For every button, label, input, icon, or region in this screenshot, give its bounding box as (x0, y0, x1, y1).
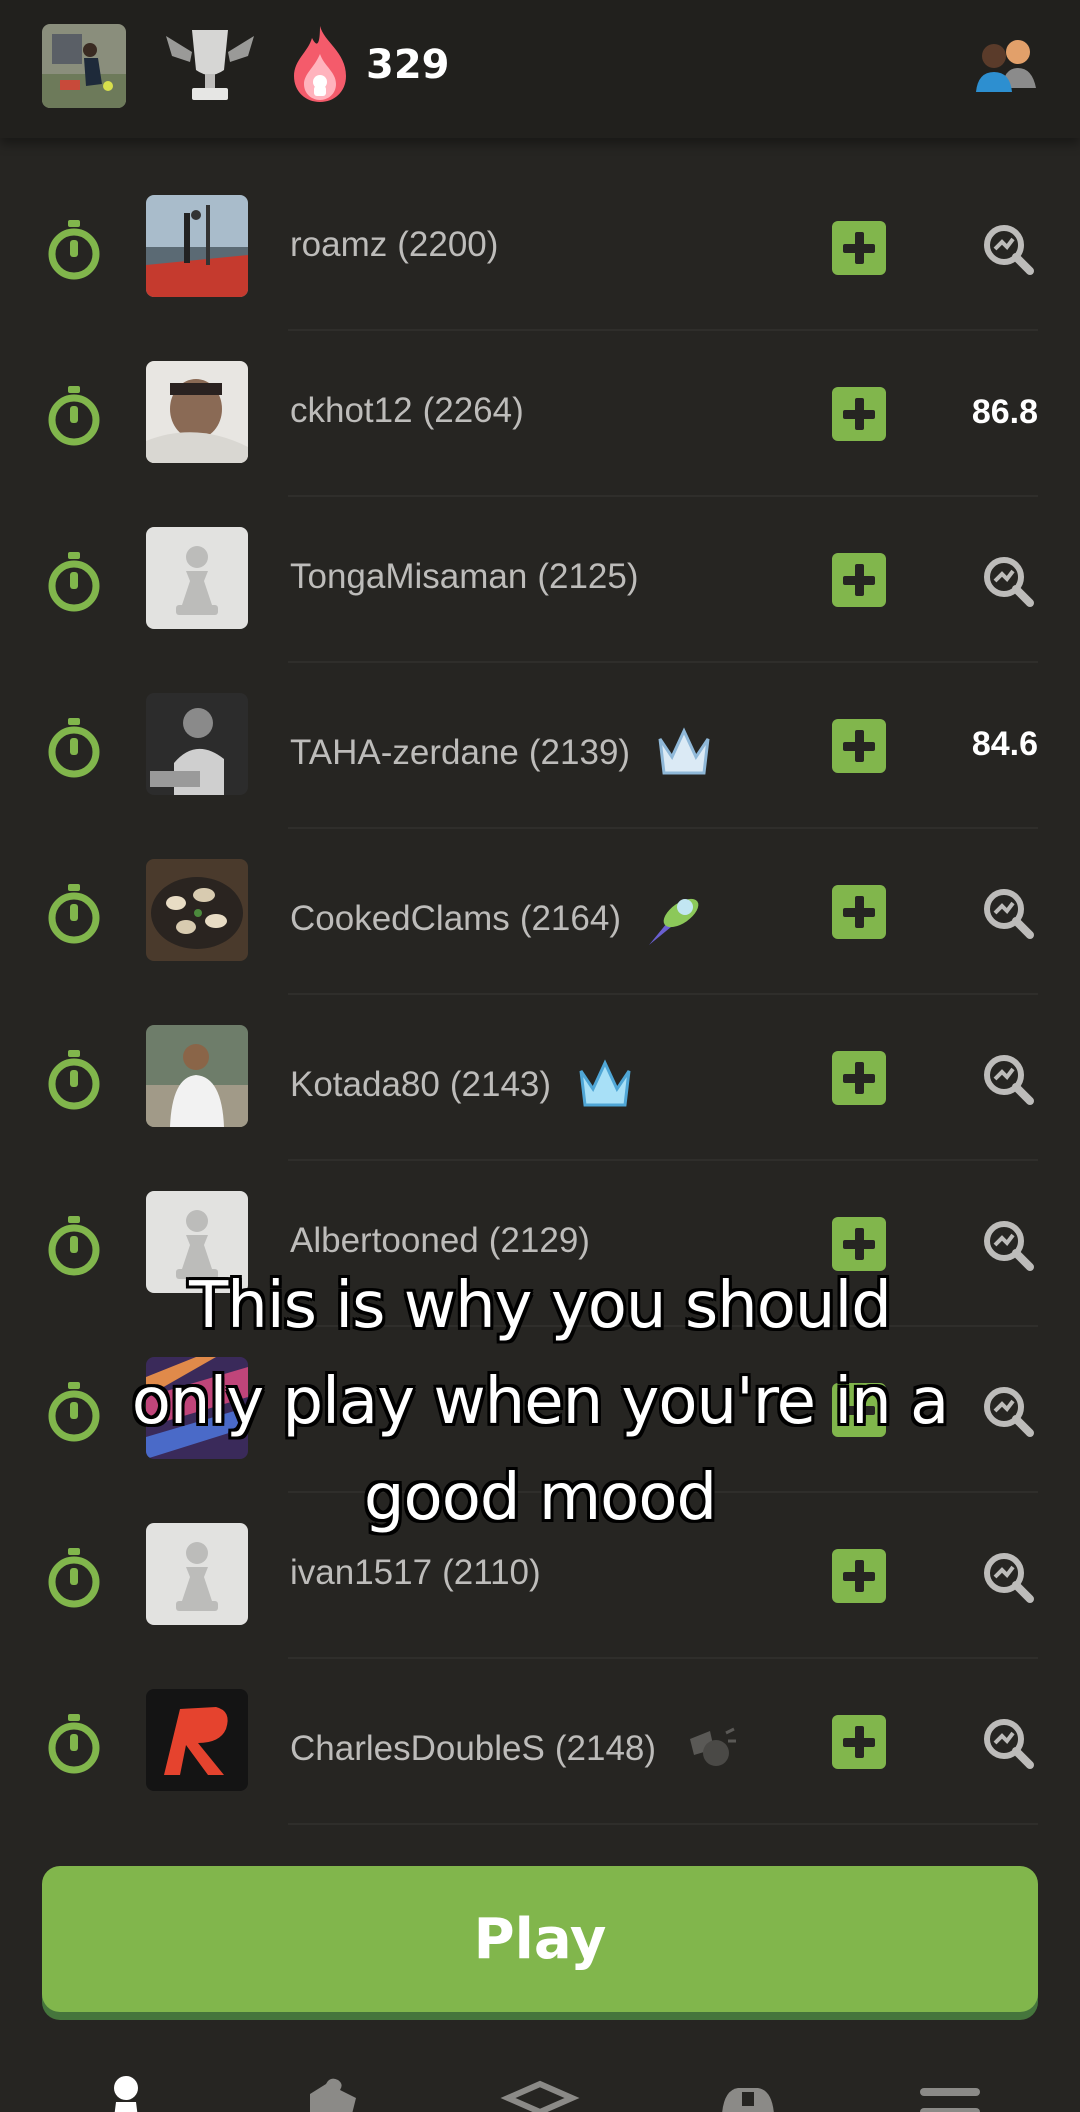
caption-line: This is why you should (189, 1269, 892, 1343)
ufo-icon (648, 898, 699, 945)
avatar[interactable] (146, 693, 248, 795)
accuracy-score: 84.6 (971, 725, 1038, 763)
bottom-nav (0, 2060, 1080, 2112)
default-pawn-avatar[interactable] (146, 527, 248, 629)
stopwatch-icon (48, 884, 100, 944)
player-name[interactable]: ckhot12 (2264) (290, 391, 524, 431)
avatar[interactable] (146, 1689, 248, 1791)
caption-line: good mood (363, 1461, 717, 1535)
add-friend-button[interactable] (832, 1051, 886, 1105)
crown-icon (579, 1059, 631, 1107)
zoom-in-icon[interactable] (980, 553, 1036, 609)
list-item[interactable]: CookedClams (2164) (0, 829, 1080, 995)
learn-icon[interactable] (500, 2074, 580, 2112)
profile-avatar[interactable] (42, 24, 126, 108)
player-name[interactable]: TAHA-zerdane (2139) (290, 723, 714, 783)
puzzle-icon[interactable] (296, 2074, 376, 2112)
add-friend-button[interactable] (832, 221, 886, 275)
list-item[interactable]: TAHA-zerdane (2139) 84.6 (0, 663, 1080, 829)
caption-line: only play when you're in a (131, 1365, 949, 1439)
streak-count: 329 (366, 42, 450, 88)
zoom-in-icon[interactable] (980, 1715, 1036, 1771)
player-name[interactable]: TongaMisaman (2125) (290, 557, 639, 597)
accuracy-score: 86.8 (971, 393, 1038, 431)
video-caption: This is why you should only play when yo… (0, 1258, 1080, 1546)
menu-icon[interactable] (910, 2074, 990, 2112)
list-item[interactable]: ckhot12 (2264) 86.8 (0, 331, 1080, 497)
stopwatch-icon (48, 386, 100, 446)
watch-icon[interactable] (708, 2074, 788, 2112)
play-pawn-icon[interactable] (96, 2074, 176, 2112)
player-name[interactable]: CookedClams (2164) (290, 889, 705, 949)
crown-icon (658, 727, 710, 775)
stopwatch-icon (48, 718, 100, 778)
avatar[interactable] (146, 1025, 248, 1127)
add-friend-button[interactable] (832, 885, 886, 939)
player-name[interactable]: Albertooned (2129) (290, 1221, 590, 1261)
add-friend-button[interactable] (832, 719, 886, 773)
stopwatch-icon (48, 1548, 100, 1608)
friends-icon[interactable] (970, 34, 1040, 94)
top-bar: 329 (0, 0, 1080, 138)
player-name[interactable]: CharlesDoubleS (2148) (290, 1719, 740, 1779)
stopwatch-icon (48, 552, 100, 612)
flame-icon (290, 24, 350, 104)
stopwatch-icon (48, 1050, 100, 1110)
list-item[interactable]: roamz (2200) (0, 165, 1080, 331)
zoom-in-icon[interactable] (980, 885, 1036, 941)
avatar[interactable] (146, 859, 248, 961)
add-friend-button[interactable] (832, 387, 886, 441)
player-name[interactable]: Kotada80 (2143) (290, 1055, 635, 1115)
play-button[interactable]: Play (42, 1866, 1038, 2012)
trophy-icon[interactable] (162, 22, 258, 106)
avatar[interactable] (146, 361, 248, 463)
cheering-icon (690, 1727, 737, 1766)
list-item[interactable]: TongaMisaman (2125) (0, 497, 1080, 663)
player-name[interactable]: ivan1517 (2110) (290, 1553, 541, 1593)
list-item[interactable]: CharlesDoubleS (2148) (0, 1659, 1080, 1825)
list-item[interactable]: Kotada80 (2143) (0, 995, 1080, 1161)
zoom-in-icon[interactable] (980, 1051, 1036, 1107)
zoom-in-icon[interactable] (980, 221, 1036, 277)
avatar[interactable] (146, 195, 248, 297)
zoom-in-icon[interactable] (980, 1549, 1036, 1605)
add-friend-button[interactable] (832, 1549, 886, 1603)
add-friend-button[interactable] (832, 1715, 886, 1769)
player-name[interactable]: roamz (2200) (290, 225, 498, 265)
stopwatch-icon (48, 220, 100, 280)
stopwatch-icon (48, 1714, 100, 1774)
player-list: roamz (2200) ckhot12 (2264) 86.8 TongaMi… (0, 165, 1080, 1825)
add-friend-button[interactable] (832, 553, 886, 607)
